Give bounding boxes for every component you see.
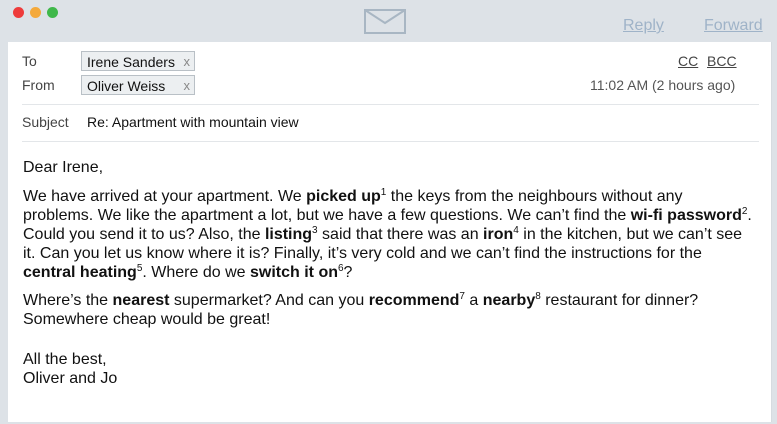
header-divider	[22, 104, 759, 105]
text-run: . Where do we	[142, 264, 250, 281]
text-run: We have arrived at your apartment. We	[23, 188, 307, 205]
cc-link[interactable]: CC	[678, 53, 698, 69]
bcc-link[interactable]: BCC	[707, 53, 737, 69]
message-panel: To Irene Sanders x From Oliver Weiss x C…	[8, 42, 772, 422]
text-run: said that there was an	[317, 226, 484, 243]
from-sender-name: Oliver Weiss	[87, 78, 166, 94]
from-label: From	[22, 77, 55, 93]
vocab-switch-it-on: switch it on	[249, 264, 338, 281]
vocab-iron: iron	[483, 226, 514, 243]
reply-button[interactable]: Reply	[623, 17, 664, 35]
vocab-nearest: nearest	[112, 292, 170, 309]
greeting: Dear Irene,	[23, 159, 104, 176]
text-run: Where’s the	[23, 292, 113, 309]
to-recipient-name: Irene Sanders	[87, 54, 175, 70]
email-window: Reply Forward To Irene Sanders x From Ol…	[0, 0, 777, 424]
text-run: supermarket? And can you	[169, 292, 369, 309]
message-body: Dear Irene, We have arrived at your apar…	[23, 158, 753, 388]
vocab-recommend: recommend	[368, 292, 460, 309]
vocab-wifi-password: wi-fi password	[630, 207, 742, 224]
text-run: a	[464, 292, 483, 309]
remove-sender-icon[interactable]: x	[184, 76, 191, 96]
minimize-dot-icon[interactable]	[30, 7, 41, 18]
remove-recipient-icon[interactable]: x	[184, 52, 191, 72]
sent-timestamp: 11:02 AM (2 hours ago)	[590, 77, 736, 93]
envelope-icon	[364, 9, 406, 34]
subject-value: Re: Apartment with mountain view	[87, 114, 299, 130]
vocab-nearby: nearby	[482, 292, 536, 309]
maximize-dot-icon[interactable]	[47, 7, 58, 18]
subject-divider	[22, 141, 759, 142]
vocab-picked-up: picked up	[306, 188, 381, 205]
signature: Oliver and Jo	[23, 370, 118, 387]
title-bar: Reply Forward	[0, 0, 777, 42]
vocab-listing: listing	[264, 226, 313, 243]
to-label: To	[22, 53, 37, 69]
paragraph-1: We have arrived at your apartment. We pi…	[23, 187, 753, 282]
subject-label: Subject	[22, 114, 69, 130]
forward-button[interactable]: Forward	[704, 17, 763, 35]
vocab-central-heating: central heating	[23, 264, 137, 281]
to-recipient-chip[interactable]: Irene Sanders x	[81, 51, 195, 71]
paragraph-2: Where’s the nearest supermarket? And can…	[23, 291, 753, 329]
text-run: ?	[343, 264, 353, 281]
from-sender-chip[interactable]: Oliver Weiss x	[81, 75, 195, 95]
sign-off: All the best,	[23, 351, 107, 368]
close-dot-icon[interactable]	[13, 7, 24, 18]
